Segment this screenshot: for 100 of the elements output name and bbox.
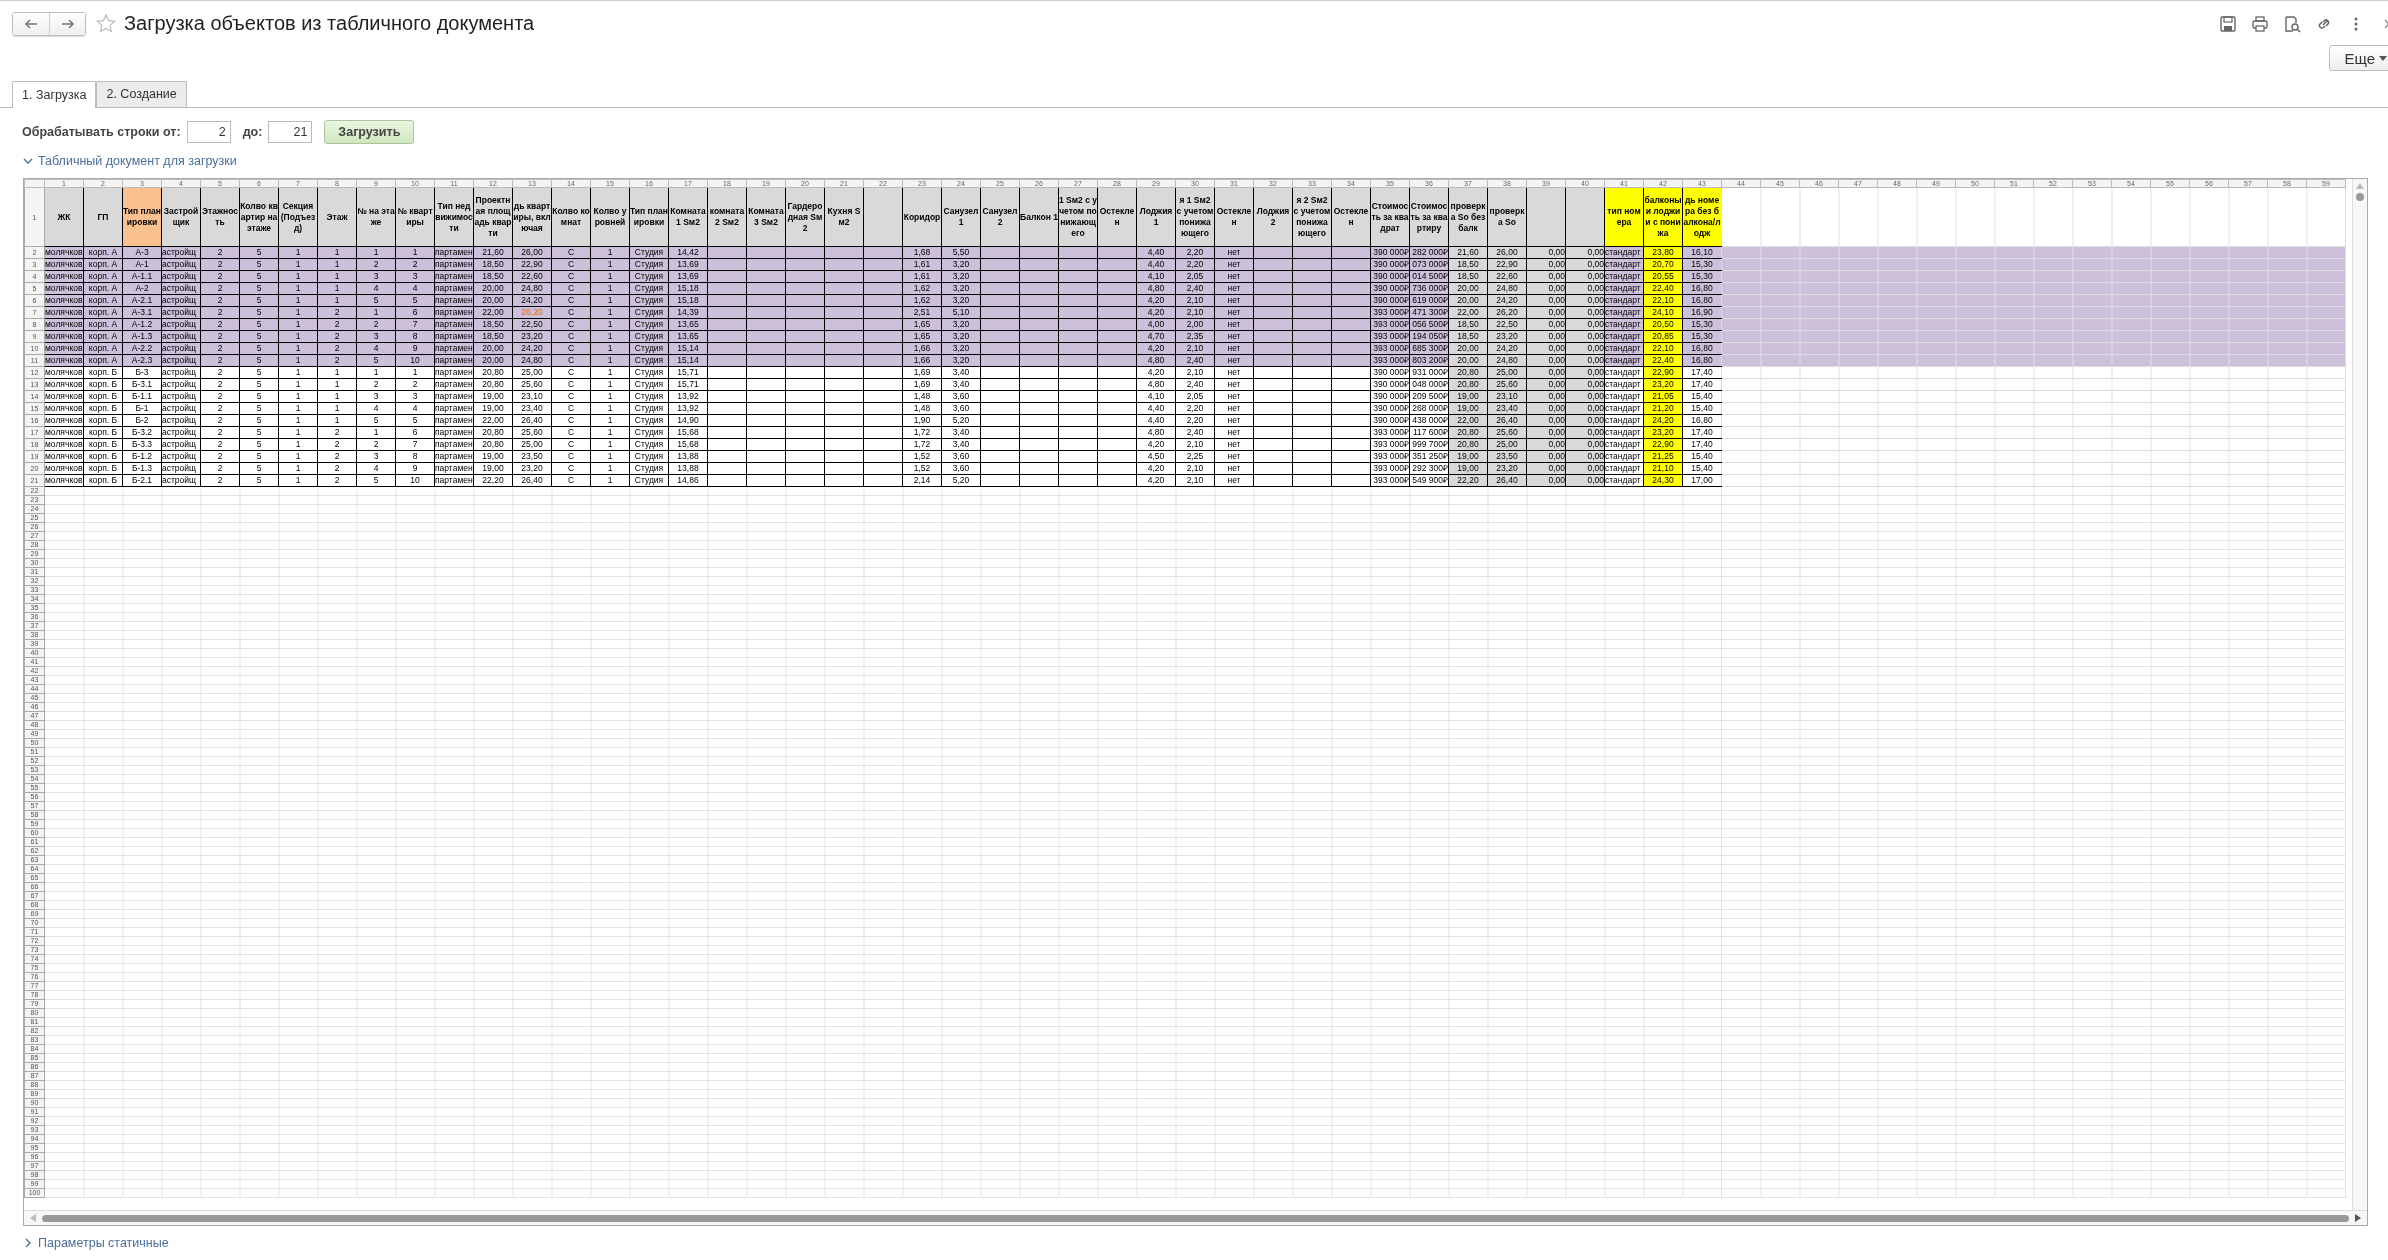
table-cell: партамен (434, 246, 474, 259)
column-header: Балкон 1 (1019, 187, 1059, 247)
section-link[interactable]: Табличный документ для загрузки (38, 154, 237, 169)
table-cell: корп. Б (83, 462, 123, 475)
table-cell: 25,60 (512, 426, 552, 439)
preview-icon[interactable] (2283, 14, 2301, 33)
table-cell: 2,00 (1175, 318, 1215, 331)
table-cell: 5 (239, 426, 279, 439)
table-cell: 24,20 (512, 294, 552, 307)
table-cell: 1,65 (902, 318, 942, 331)
column-header: Колво уровней (590, 187, 630, 247)
table-cell: астройщ (161, 282, 201, 295)
table-cell: 2,10 (1175, 294, 1215, 307)
table-cell: 5 (239, 354, 279, 367)
table-cell: Студия (629, 414, 669, 427)
caret-icon (2379, 55, 2387, 61)
table-cell: С (551, 474, 591, 487)
table-cell: 20,80 (473, 438, 513, 451)
table-cell: 5 (239, 318, 279, 331)
table-cell: 22,90 (512, 258, 552, 271)
table-cell: 1,52 (902, 462, 942, 475)
table-cell: 194 050₽ (1409, 330, 1449, 343)
table-cell: 619 000₽ (1409, 294, 1449, 307)
table-cell: молячков (44, 318, 84, 331)
table-cell: 2 (200, 414, 240, 427)
table-cell: астройщ (161, 450, 201, 463)
table-cell: корп. А (83, 342, 123, 355)
table-cell: 1,68 (902, 246, 942, 259)
column-header: проверка So без балк (1448, 187, 1488, 247)
table-cell: 4,20 (1136, 306, 1176, 319)
input-field[interactable]: 2 (186, 120, 231, 143)
table-cell: 390 000₽ (1370, 414, 1410, 427)
table-cell: 1,69 (902, 366, 942, 379)
table-cell: 1 (590, 450, 630, 463)
input-field[interactable]: 21 (268, 120, 313, 143)
table-cell: 1 (317, 294, 357, 307)
table-cell: астройщ (161, 306, 201, 319)
table-cell: 1 (356, 306, 396, 319)
table-cell: 25,00 (512, 438, 552, 451)
table-cell: корп. А (83, 294, 123, 307)
table-cell: 9 (395, 462, 435, 475)
table-cell: 23,50 (512, 450, 552, 463)
back-button[interactable] (13, 12, 49, 35)
table-cell: 15,40 (1682, 462, 1722, 475)
table-cell: стандарт (1604, 462, 1644, 475)
table-cell: стандарт (1604, 330, 1644, 343)
table-cell: корп. А (83, 306, 123, 319)
table-cell: 471 300₽ (1409, 306, 1449, 319)
table-cell: стандарт (1604, 258, 1644, 271)
table-cell: стандарт (1604, 426, 1644, 439)
table-cell: Б-3.1 (122, 378, 162, 391)
table-cell: 351 250₽ (1409, 450, 1449, 463)
table-cell: 1 (395, 246, 435, 259)
table-cell: 1 (590, 246, 630, 259)
table-cell: Б-1.3 (122, 462, 162, 475)
table-cell: С (551, 318, 591, 331)
column-header: Тип недвижимости (434, 187, 474, 247)
table-cell: 22,60 (512, 270, 552, 283)
table-cell: стандарт (1604, 318, 1644, 331)
tab[interactable]: 1. Загрузка (12, 80, 97, 108)
table-cell: 1 (590, 366, 630, 379)
table-cell: 1 (590, 342, 630, 355)
scrollbar-thumb[interactable] (2356, 193, 2364, 202)
table-cell: С (551, 438, 591, 451)
star-icon[interactable] (96, 13, 116, 34)
table-cell: 4,80 (1136, 426, 1176, 439)
load-button[interactable]: Загрузить (324, 119, 415, 144)
forward-button[interactable] (49, 12, 85, 35)
table-cell: Б-2.1 (122, 474, 162, 487)
table-cell: А-2.1 (122, 294, 162, 307)
scrollbar-thumb[interactable] (42, 1214, 2349, 1222)
table-cell: 13,92 (668, 390, 708, 403)
table-cell: партамен (434, 426, 474, 439)
table-cell: нет (1214, 390, 1254, 403)
tab[interactable]: 2. Создание (96, 80, 187, 107)
table-cell: партамен (434, 330, 474, 343)
table-cell: 056 500₽ (1409, 318, 1449, 331)
table-cell: Студия (629, 402, 669, 415)
table-cell: 3,20 (941, 318, 981, 331)
print-icon[interactable] (2251, 14, 2269, 33)
table-cell: 4,20 (1136, 462, 1176, 475)
table-cell: 17,40 (1682, 366, 1722, 379)
table-cell: 1 (317, 270, 357, 283)
table-cell: 1 (395, 366, 435, 379)
table-cell: 2 (200, 258, 240, 271)
table-cell: 1 (356, 246, 396, 259)
save-icon[interactable] (2219, 14, 2237, 33)
table-cell: 1,66 (902, 354, 942, 367)
table-cell: молячков (44, 414, 84, 427)
column-header: я 1 Sм2 с учетом понижающего (1175, 187, 1215, 247)
table-cell: 26,40 (512, 414, 552, 427)
section-link[interactable]: Параметры статичные (38, 1236, 169, 1251)
table-cell: 999 700₽ (1409, 438, 1449, 451)
table-cell: корп. А (83, 258, 123, 271)
table-cell: 1 (278, 306, 318, 319)
table-cell: 1,61 (902, 270, 942, 283)
table-cell: молячков (44, 354, 84, 367)
more-button[interactable]: Еще (2329, 45, 2388, 71)
table-cell: 117 600₽ (1409, 426, 1449, 439)
table-cell: нет (1214, 318, 1254, 331)
